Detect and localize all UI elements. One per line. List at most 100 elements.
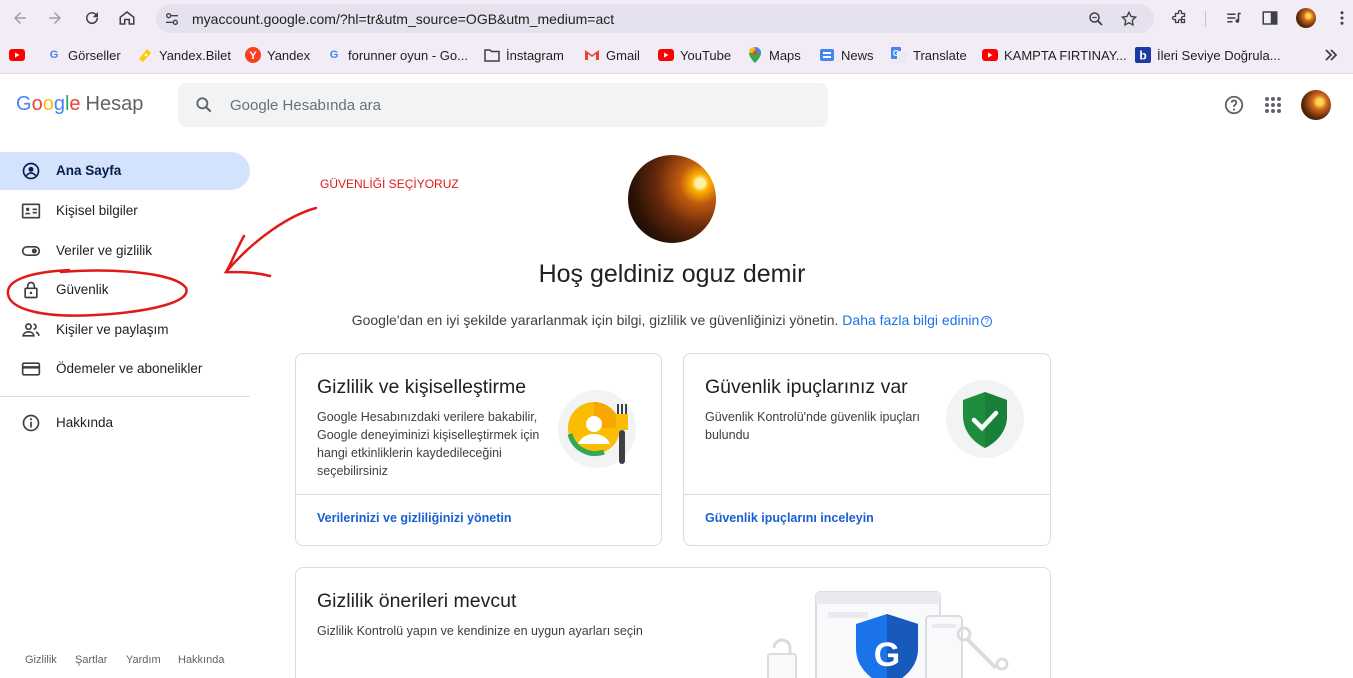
bookmark-label: YouTube: [680, 47, 732, 63]
card-title: Gizlilik ve kişiselleştirme: [317, 376, 527, 398]
search-input[interactable]: [230, 93, 790, 117]
bookmark-kampta[interactable]: KAMPTA FIRTINAY...: [982, 46, 1127, 64]
card-description: Güvenlik Kontrolü'nde güvenlik ipuçları …: [705, 410, 921, 442]
search-icon: [196, 97, 212, 113]
sidebar-item-personal-info[interactable]: Kişisel bilgiler: [0, 192, 250, 230]
youtube-icon: [658, 47, 674, 63]
bookmark-ileri-seviye[interactable]: b İleri Seviye Doğrula...: [1135, 46, 1281, 64]
translate-icon: G: [891, 47, 907, 63]
bookmark-translate[interactable]: G Translate: [891, 46, 967, 64]
sidebar-item-people-sharing[interactable]: Kişiler ve paylaşım: [0, 311, 250, 349]
logo-product-name: Hesap: [85, 93, 144, 115]
bookmark-youtube[interactable]: YouTube: [658, 46, 731, 64]
sidebar-item-home[interactable]: Ana Sayfa: [0, 152, 250, 190]
card-title: Gizlilik önerileri mevcut: [317, 590, 517, 612]
bookmark-label: forunner oyun - Go...: [348, 47, 468, 63]
browser-menu-button[interactable]: [1330, 6, 1353, 30]
google-icon: G: [329, 49, 339, 61]
arrow-left-icon: [14, 12, 26, 24]
footer-terms-link[interactable]: Şartlar: [75, 654, 107, 666]
account-avatar[interactable]: [1301, 90, 1331, 120]
zoom-icon[interactable]: [1086, 9, 1106, 29]
maps-icon: [747, 47, 763, 63]
bookmark-yandex[interactable]: Y Yandex: [245, 46, 310, 64]
bookmark-b-icon: b: [1135, 47, 1151, 63]
address-bar[interactable]: myaccount.google.com/?hl=tr&utm_source=O…: [156, 4, 1154, 33]
footer-help-link[interactable]: Yardım: [126, 654, 161, 666]
bookmarks-bar: G Görseller Yandex.Bilet Y Yandex G foru…: [0, 36, 1353, 74]
star-icon[interactable]: [1119, 9, 1139, 29]
green-shield-check-icon: [963, 392, 1007, 448]
bookmarks-overflow-button[interactable]: [1324, 46, 1338, 64]
yandex-icon: Y: [245, 47, 261, 63]
apps-button[interactable]: [1261, 93, 1285, 117]
security-tips-card: Güvenlik ipuçlarınız var Güvenlik Kontro…: [683, 353, 1051, 546]
review-security-tips-link[interactable]: Güvenlik ipuçlarını inceleyin: [705, 511, 874, 525]
account-search[interactable]: [178, 83, 828, 127]
subtitle-text: Google'dan en iyi şekilde yararlanmak iç…: [351, 312, 839, 328]
sidebar-item-security[interactable]: Güvenlik: [0, 271, 250, 309]
bookmark-news[interactable]: News: [819, 46, 874, 64]
svg-text:G: G: [893, 49, 899, 58]
url-text[interactable]: myaccount.google.com/?hl=tr&utm_source=O…: [192, 11, 614, 27]
extensions-button[interactable]: [1168, 6, 1192, 30]
learn-more-label: Daha fazla bilgi edinin: [842, 312, 980, 328]
bookmark-label: İleri Seviye Doğrula...: [1157, 47, 1281, 63]
arrow-right-icon: [49, 12, 61, 24]
logo-letter: o: [31, 93, 43, 115]
card-title: Güvenlik ipuçlarınız var: [705, 376, 908, 398]
sidebar-item-label: Güvenlik: [56, 282, 109, 297]
bookmark-instagram[interactable]: İnstagram: [484, 46, 564, 64]
manage-privacy-link[interactable]: Verilerinizi ve gizliliğinizi yönetin: [317, 511, 512, 525]
reload-icon: [86, 12, 99, 25]
side-panel-button[interactable]: [1258, 6, 1282, 30]
bookmark-youtube-first[interactable]: [9, 46, 31, 64]
news-icon: [819, 47, 835, 63]
site-info-icon[interactable]: [162, 9, 182, 29]
bookmark-label: İnstagram: [506, 47, 564, 63]
bookmark-label: Görseller: [68, 47, 121, 63]
profile-photo[interactable]: [628, 155, 716, 243]
home-button[interactable]: [115, 6, 139, 30]
forward-button[interactable]: [43, 6, 67, 30]
bookmark-label: Yandex.Bilet: [159, 47, 232, 63]
sidebar-item-payments[interactable]: Ödemeler ve abonelikler: [0, 350, 250, 388]
footer-about-link[interactable]: Hakkında: [178, 654, 224, 666]
lock-icon: [24, 281, 38, 299]
help-button[interactable]: [1222, 93, 1246, 117]
card-separator: [296, 494, 661, 495]
reload-button[interactable]: [80, 6, 104, 30]
back-button[interactable]: [8, 6, 32, 30]
browser-toolbar: myaccount.google.com/?hl=tr&utm_source=O…: [0, 0, 1353, 36]
bookmark-gorseller[interactable]: G Görseller: [46, 46, 121, 64]
privacy-illustration-icon: [567, 402, 628, 464]
bookmark-label: KAMPTA FIRTINAY...: [1004, 47, 1127, 63]
yandex-bilet-icon: [137, 47, 153, 63]
help-circle-icon: ?: [981, 316, 993, 327]
sidebar-divider: [0, 396, 250, 397]
app-header: Google Hesap: [0, 75, 1353, 135]
svg-text:Y: Y: [249, 50, 257, 62]
google-account-logo[interactable]: Google Hesap: [16, 93, 143, 116]
card-description: Gizlilik Kontrolü yapın ve kendinize en …: [317, 624, 643, 638]
sidebar-item-about[interactable]: Hakkında: [0, 404, 250, 442]
bookmark-forunner[interactable]: G forunner oyun - Go...: [326, 46, 468, 64]
footer-privacy-link[interactable]: Gizlilik: [25, 654, 57, 666]
svg-text:G: G: [874, 636, 900, 674]
sidebar-item-data-privacy[interactable]: Veriler ve gizlilik: [0, 232, 250, 270]
bookmark-gmail[interactable]: Gmail: [584, 46, 640, 64]
credit-card-icon: [21, 362, 41, 376]
learn-more-link[interactable]: Daha fazla bilgi edinin?: [842, 312, 993, 328]
side-panel-icon: [1262, 11, 1278, 25]
media-control-button[interactable]: [1222, 6, 1246, 30]
toolbar-divider: [1205, 11, 1206, 27]
people-icon: [22, 323, 40, 337]
bookmark-label: Yandex: [267, 47, 311, 63]
more-vert-icon: [1340, 11, 1344, 25]
bookmark-maps[interactable]: Maps: [747, 46, 801, 64]
youtube-icon: [9, 47, 25, 63]
folder-icon: [484, 47, 500, 63]
bookmark-label: Gmail: [606, 47, 640, 63]
bookmark-yandex-bilet[interactable]: Yandex.Bilet: [137, 46, 231, 64]
browser-profile-avatar[interactable]: [1296, 8, 1316, 28]
